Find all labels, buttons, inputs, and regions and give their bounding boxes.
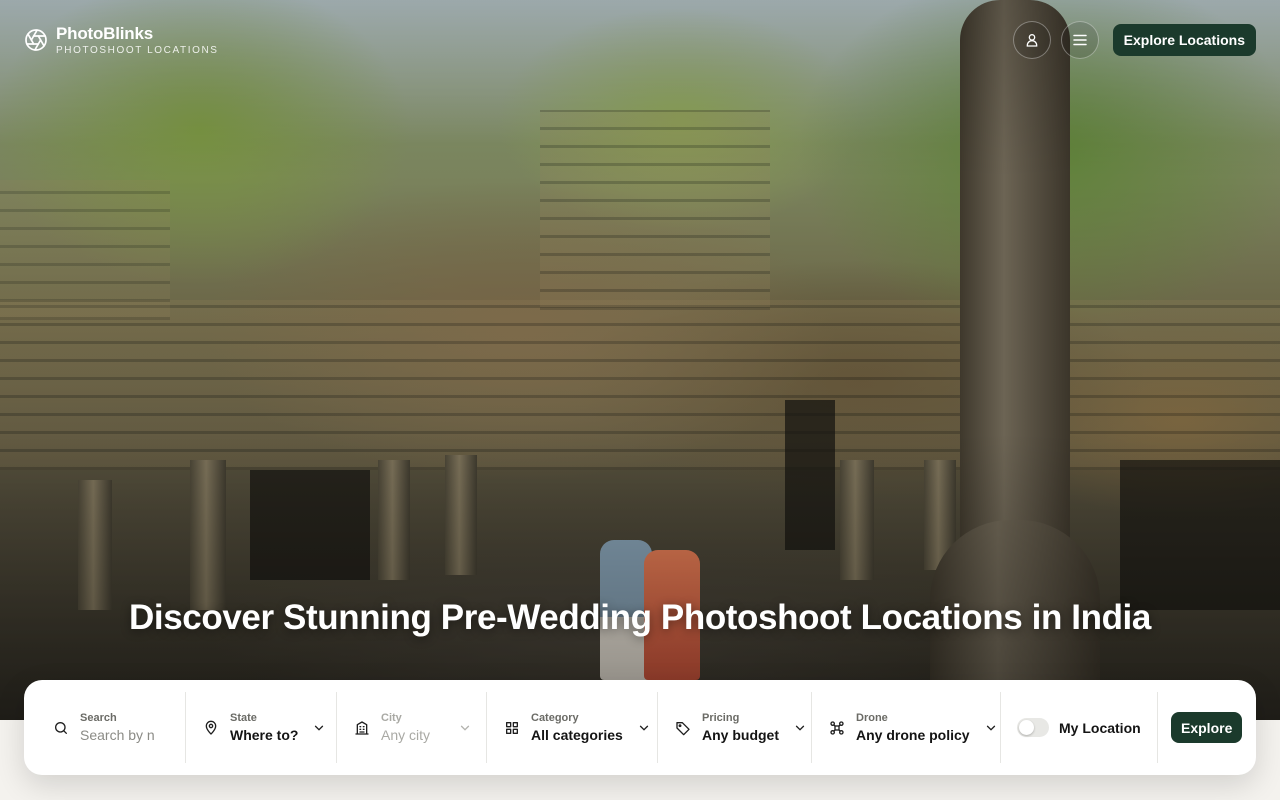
- building-icon: [353, 719, 371, 737]
- switch-knob: [1019, 720, 1034, 735]
- state-select[interactable]: State Where to?: [186, 692, 337, 763]
- pricing-select[interactable]: Pricing Any budget: [658, 692, 812, 763]
- user-icon: [1026, 34, 1037, 47]
- location-switch[interactable]: [1017, 718, 1049, 737]
- drone-icon: [828, 719, 846, 737]
- chevron-down-icon: [793, 721, 807, 735]
- search-input[interactable]: [80, 727, 158, 743]
- brand-tagline: PHOTOSHOOT LOCATIONS: [56, 45, 219, 56]
- brand-name: PhotoBlinks: [56, 24, 153, 43]
- hamburger-icon: [1072, 34, 1087, 46]
- map-pin-icon: [202, 719, 220, 737]
- hero-headline: Discover Stunning Pre-Wedding Photoshoot…: [129, 598, 1151, 637]
- search-icon: [52, 719, 70, 737]
- brand-logo[interactable]: PhotoBlinks PHOTOSHOOT LOCATIONS: [24, 24, 219, 57]
- account-button[interactable]: [1012, 21, 1051, 59]
- city-label: City: [381, 712, 402, 724]
- explore-locations-button[interactable]: Explore Locations: [1112, 24, 1256, 56]
- drone-value: Any drone policy: [856, 727, 970, 743]
- category-value: All categories: [531, 727, 623, 743]
- my-location-toggle[interactable]: My Location: [1001, 692, 1158, 763]
- grid-icon: [503, 719, 521, 737]
- search-field[interactable]: Search: [36, 692, 186, 763]
- search-filter-bar: Search State Where to? City Any city: [24, 680, 1256, 775]
- pricing-value: Any budget: [702, 727, 779, 743]
- explore-button[interactable]: Explore: [1171, 712, 1243, 743]
- pricing-label: Pricing: [702, 712, 740, 724]
- menu-button[interactable]: [1060, 21, 1099, 59]
- chevron-down-icon: [637, 721, 651, 735]
- chevron-down-icon: [458, 721, 472, 735]
- city-select[interactable]: City Any city: [337, 692, 487, 763]
- drone-label: Drone: [856, 712, 888, 724]
- state-value: Where to?: [230, 727, 299, 743]
- category-select[interactable]: Category All categories: [487, 692, 658, 763]
- header-actions: Explore Locations: [1012, 21, 1256, 59]
- drone-select[interactable]: Drone Any drone policy: [812, 692, 1001, 763]
- search-label: Search: [80, 712, 117, 724]
- tag-icon: [674, 719, 692, 737]
- aperture-icon: [25, 29, 47, 51]
- state-label: State: [230, 712, 257, 724]
- chevron-down-icon: [312, 721, 326, 735]
- city-value: Any city: [381, 727, 431, 743]
- category-label: Category: [531, 712, 579, 724]
- chevron-down-icon: [984, 721, 998, 735]
- my-location-label: My Location: [1059, 719, 1141, 736]
